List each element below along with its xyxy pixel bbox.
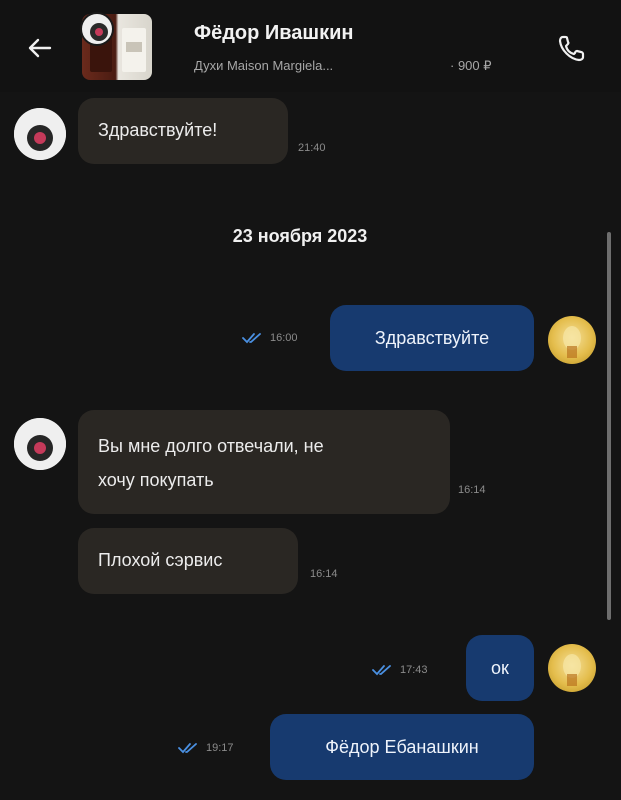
message-time: 19:17 — [206, 742, 234, 754]
message-bubble-incoming[interactable]: Вы мне долго отвечали, не хочу покупать … — [78, 410, 486, 514]
message-bubble-incoming[interactable]: Плохой сэрвис 16:14 — [78, 528, 338, 594]
date-divider: 23 ноября 2023 — [232, 226, 368, 246]
message-time: 21:40 — [298, 142, 326, 154]
message-text: ок — [491, 657, 509, 678]
double-check-icon — [242, 333, 261, 344]
message-time: 17:43 — [400, 664, 428, 676]
message-text-line-2: хочу покупать — [98, 470, 214, 490]
contact-name[interactable]: Фёдор Ивашкин — [194, 22, 353, 45]
double-check-icon — [372, 665, 391, 676]
read-status: 17:43 — [372, 664, 428, 676]
message-bubble-outgoing[interactable]: Фёдор Ебанашкин — [270, 714, 534, 780]
read-status: 19:17 — [178, 742, 234, 754]
my-avatar[interactable] — [548, 316, 596, 364]
read-status: 16:00 — [242, 332, 298, 344]
sender-avatar[interactable] — [14, 108, 66, 160]
seller-avatar — [80, 12, 114, 46]
message-time: 16:00 — [270, 332, 298, 344]
message-bubble-incoming[interactable]: Здравствуйте! 21:40 — [78, 98, 326, 164]
sender-avatar[interactable] — [14, 418, 66, 470]
message-text: Здравствуйте! — [98, 120, 218, 140]
scrollbar[interactable] — [607, 232, 611, 620]
call-button[interactable] — [552, 28, 592, 68]
listing-price: · 900 ₽ — [450, 58, 492, 73]
message-bubble-outgoing[interactable]: ок — [466, 635, 534, 701]
my-avatar[interactable] — [548, 644, 596, 692]
message-text-line-1: Вы мне долго отвечали, не — [98, 436, 324, 456]
arrow-left-icon — [28, 38, 52, 58]
message-text: Фёдор Ебанашкин — [325, 736, 479, 757]
message-time: 16:14 — [458, 484, 486, 496]
message-text: Плохой сэрвис — [98, 550, 223, 570]
listing-title[interactable]: Духи Maison Margiela... — [194, 58, 333, 73]
phone-icon — [558, 35, 585, 62]
back-button[interactable] — [22, 30, 58, 66]
message-bubble-outgoing[interactable]: Здравствуйте — [330, 305, 534, 371]
chat-header: Фёдор Ивашкин Духи Maison Margiela... · … — [0, 0, 621, 92]
message-time: 16:14 — [310, 568, 338, 580]
message-text: Здравствуйте — [374, 327, 490, 348]
double-check-icon — [178, 743, 197, 754]
